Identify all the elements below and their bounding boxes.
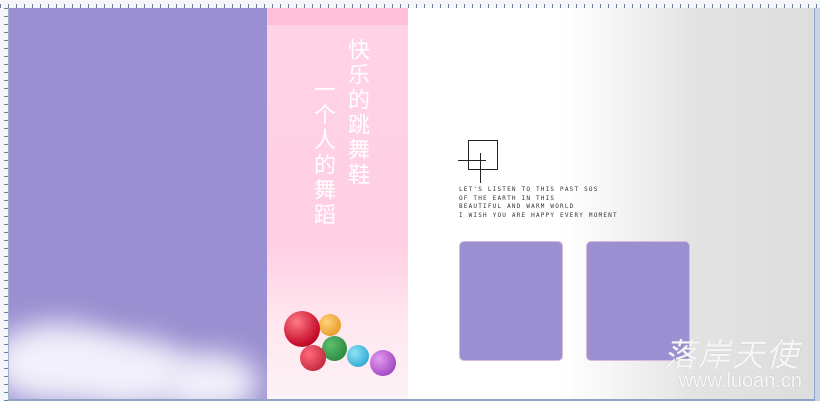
left-lavender-panel [9,8,267,400]
design-canvas[interactable]: 快乐的跳舞鞋 一个人的舞蹈 LET'S LISTEN TO THIS PAST … [9,8,814,400]
english-caption: LET'S LISTEN TO THIS PAST SOS OF THE EAR… [459,186,618,219]
cloud-decoration [159,353,259,400]
vertical-scrollbar[interactable] [814,8,820,401]
decor-line-vertical [480,153,481,183]
ornament-ball-red [284,311,320,347]
decor-line-horizontal [458,160,486,161]
poem-line-1: 快乐的跳舞鞋 [344,38,369,188]
ornament-ball-red-small [300,345,326,371]
ruler-left[interactable] [0,8,9,401]
frame-square-decoration [468,140,498,170]
watermark-url: www.luoan.cn [678,370,802,392]
ornament-ball-orange [319,314,341,336]
ornament-ball-blue [347,345,369,367]
middle-pink-panel: 快乐的跳舞鞋 一个人的舞蹈 [267,8,408,400]
poem-line-2: 一个人的舞蹈 [310,78,335,228]
photo-placeholder-1[interactable] [459,241,563,361]
pink-top-strip [267,8,408,25]
ornament-ball-purple [370,350,396,376]
right-white-panel: LET'S LISTEN TO THIS PAST SOS OF THE EAR… [408,8,814,400]
